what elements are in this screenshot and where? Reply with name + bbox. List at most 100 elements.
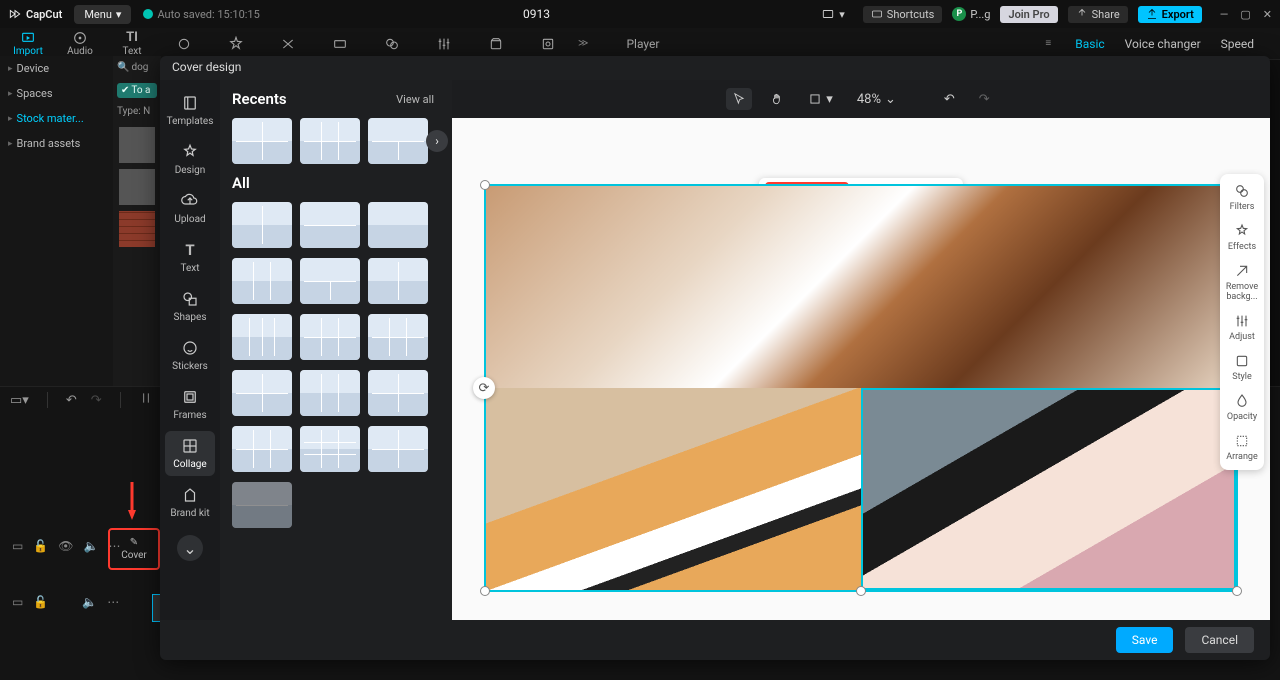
stock-thumb[interactable] bbox=[119, 169, 155, 205]
rail-stock[interactable]: Stock mater... bbox=[0, 106, 113, 131]
side-upload[interactable]: Upload bbox=[165, 186, 215, 231]
rail-effects[interactable]: Effects bbox=[1228, 222, 1256, 252]
rail-remove-bg[interactable]: Remove backg... bbox=[1220, 262, 1264, 302]
stock-thumb[interactable] bbox=[119, 211, 155, 247]
rail-arrange[interactable]: Arrange bbox=[1226, 432, 1258, 462]
rail-style[interactable]: Style bbox=[1232, 352, 1252, 382]
lock-icon[interactable]: 🔓 bbox=[33, 539, 48, 553]
rail-brand[interactable]: Brand assets bbox=[0, 131, 113, 156]
canvas[interactable]: Replace ⋯ bbox=[452, 118, 1270, 620]
project-title[interactable]: 0913 bbox=[272, 7, 801, 21]
split-tool[interactable] bbox=[139, 391, 153, 409]
player-menu-icon[interactable]: ≡ bbox=[1045, 38, 1051, 49]
tool-caption[interactable] bbox=[318, 37, 362, 51]
type-filter[interactable]: Type: N bbox=[113, 102, 161, 121]
maximize-button[interactable]: ▢ bbox=[1240, 8, 1250, 21]
redo-button[interactable]: ↷ bbox=[973, 88, 996, 111]
tool-text[interactable]: TIText bbox=[110, 31, 154, 57]
tool-sticker[interactable] bbox=[474, 37, 518, 51]
collage-template[interactable] bbox=[232, 482, 292, 528]
toolbar-more[interactable]: ≫ bbox=[578, 38, 588, 49]
collage-template[interactable] bbox=[300, 426, 360, 472]
close-button[interactable]: ✕ bbox=[1263, 8, 1272, 21]
tool-ai[interactable] bbox=[526, 37, 570, 51]
pointer-tool[interactable]: ▭▾ bbox=[10, 393, 29, 408]
aspect-ratio-button[interactable]: ▾ bbox=[813, 5, 853, 23]
tab-basic[interactable]: Basic bbox=[1075, 37, 1104, 51]
refresh-badge[interactable]: ⟳ bbox=[473, 377, 495, 399]
resize-handle[interactable] bbox=[480, 586, 490, 596]
tool-transition[interactable] bbox=[266, 37, 310, 51]
tool-effects[interactable] bbox=[214, 37, 258, 51]
side-text[interactable]: TText bbox=[165, 235, 215, 280]
mute-icon[interactable]: 🔈 bbox=[84, 539, 99, 553]
redo-button[interactable]: ↷ bbox=[91, 393, 102, 408]
collage-template[interactable] bbox=[232, 118, 292, 164]
scroll-right-button[interactable]: › bbox=[426, 130, 448, 152]
collage-template[interactable] bbox=[368, 258, 428, 304]
select-tool[interactable] bbox=[726, 88, 752, 110]
more-icon[interactable]: ⋯ bbox=[107, 595, 119, 609]
side-frames[interactable]: Frames bbox=[165, 382, 215, 427]
resize-handle[interactable] bbox=[1232, 586, 1242, 596]
hand-tool[interactable] bbox=[764, 88, 790, 110]
stock-thumb[interactable] bbox=[119, 127, 155, 163]
eye-icon[interactable]: 👁 bbox=[58, 539, 73, 553]
rail-filters[interactable]: Filters bbox=[1230, 182, 1255, 212]
collage-template[interactable] bbox=[232, 426, 292, 472]
rail-device[interactable]: Device bbox=[0, 56, 113, 81]
visibility-icon[interactable]: ▭ bbox=[12, 539, 23, 553]
view-all-link[interactable]: View all bbox=[396, 93, 434, 106]
undo-button[interactable]: ↶ bbox=[938, 88, 961, 111]
minimize-button[interactable]: — bbox=[1220, 8, 1229, 21]
crop-tool[interactable]: ▾ bbox=[802, 88, 839, 111]
resize-handle[interactable] bbox=[480, 180, 490, 190]
collage-template[interactable] bbox=[300, 202, 360, 248]
side-templates[interactable]: Templates bbox=[165, 88, 215, 133]
tab-voice-changer[interactable]: Voice changer bbox=[1125, 37, 1201, 51]
collage-template[interactable] bbox=[232, 370, 292, 416]
side-design[interactable]: Design bbox=[165, 137, 215, 182]
side-shapes[interactable]: Shapes bbox=[165, 284, 215, 329]
rail-opacity[interactable]: Opacity bbox=[1227, 392, 1257, 422]
tool-audio[interactable]: Audio bbox=[58, 31, 102, 57]
search-field[interactable]: 🔍 dog bbox=[113, 56, 161, 79]
collage-template[interactable] bbox=[368, 314, 428, 360]
collage-template[interactable] bbox=[368, 370, 428, 416]
collage-cell-bottom-left[interactable] bbox=[486, 388, 861, 590]
collage-template[interactable] bbox=[300, 314, 360, 360]
zoom-level[interactable]: 48% ⌄ bbox=[851, 88, 902, 111]
collage-template[interactable] bbox=[232, 202, 292, 248]
menu-button[interactable]: Menu ▾ bbox=[74, 5, 131, 24]
undo-button[interactable]: ↶ bbox=[66, 393, 77, 408]
join-pro-button[interactable]: Join Pro bbox=[1000, 6, 1057, 23]
collage-template[interactable] bbox=[232, 314, 292, 360]
tool-import[interactable]: Import bbox=[6, 31, 50, 57]
side-more-button[interactable]: ⌄ bbox=[177, 535, 203, 561]
collage-cell-bottom-right[interactable] bbox=[861, 388, 1236, 590]
cancel-button[interactable]: Cancel bbox=[1185, 627, 1254, 653]
rail-adjust[interactable]: Adjust bbox=[1229, 312, 1255, 342]
lock-icon[interactable]: 🔓 bbox=[33, 595, 48, 609]
export-button[interactable]: Export bbox=[1138, 6, 1202, 23]
collage-template[interactable] bbox=[300, 258, 360, 304]
collage-template[interactable] bbox=[368, 118, 428, 164]
tool-shape[interactable] bbox=[162, 37, 206, 51]
collage-cell-top[interactable] bbox=[486, 186, 1236, 388]
side-stickers[interactable]: Stickers bbox=[165, 333, 215, 378]
collage-template[interactable] bbox=[368, 426, 428, 472]
side-brand-kit[interactable]: Brand kit bbox=[165, 480, 215, 525]
collage-template[interactable] bbox=[300, 370, 360, 416]
shortcuts-button[interactable]: Shortcuts bbox=[863, 6, 943, 23]
cover-button[interactable]: ✎ Cover bbox=[112, 532, 156, 566]
resize-handle[interactable] bbox=[856, 586, 866, 596]
visibility-icon[interactable]: ▭ bbox=[12, 595, 23, 609]
collage-template[interactable] bbox=[300, 118, 360, 164]
mute-icon[interactable]: 🔈 bbox=[82, 595, 97, 609]
save-button[interactable]: Save bbox=[1116, 627, 1174, 653]
tab-speed[interactable]: Speed bbox=[1221, 37, 1254, 51]
side-collage[interactable]: Collage bbox=[165, 431, 215, 476]
share-button[interactable]: Share bbox=[1068, 6, 1128, 23]
user-chip[interactable]: P P...g bbox=[952, 7, 990, 21]
rail-spaces[interactable]: Spaces bbox=[0, 81, 113, 106]
